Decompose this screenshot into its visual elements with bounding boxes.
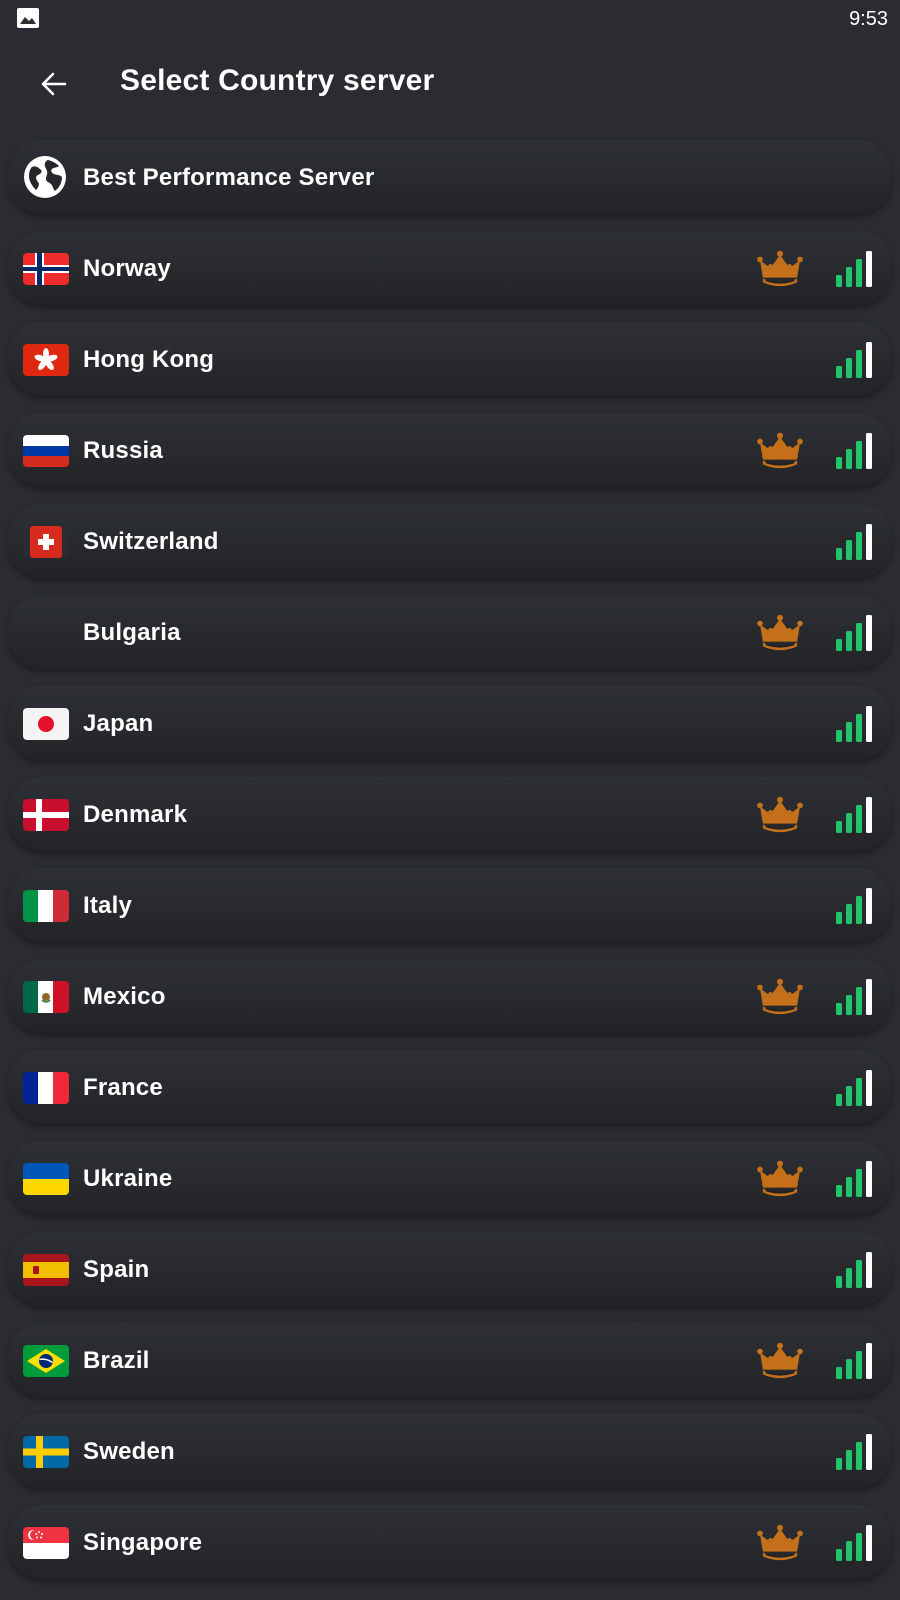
status-bar: 9:53	[0, 0, 900, 40]
server-label: France	[83, 1074, 163, 1101]
server-label: Hong Kong	[83, 346, 215, 373]
server-label: Italy	[83, 892, 133, 919]
server-label: Bulgaria	[83, 619, 181, 646]
server-row-singapore[interactable]: Singapore	[8, 1505, 892, 1579]
norway-flag-icon	[23, 253, 69, 285]
japan-flag-icon	[23, 708, 69, 740]
server-label: Spain	[83, 1256, 150, 1283]
russia-flag-icon	[23, 435, 69, 467]
signal-strength-icon	[836, 1161, 872, 1197]
server-row-mexico[interactable]: Mexico	[8, 959, 892, 1033]
server-row-brazil[interactable]: Brazil	[8, 1323, 892, 1397]
signal-strength-icon	[836, 797, 872, 833]
spain-flag-icon	[23, 1254, 69, 1286]
server-row-norway[interactable]: Norway	[8, 231, 892, 305]
signal-strength-icon	[836, 524, 872, 560]
server-row-italy[interactable]: Italy	[8, 868, 892, 942]
image-icon	[17, 8, 39, 28]
italy-flag-icon	[23, 890, 69, 922]
back-button[interactable]	[28, 58, 80, 110]
globe-icon	[24, 156, 66, 198]
premium-crown-icon	[757, 978, 803, 1015]
signal-strength-icon	[836, 888, 872, 924]
server-row-sweden[interactable]: Sweden	[8, 1414, 892, 1488]
server-row-bulgaria[interactable]: Bulgaria	[8, 595, 892, 669]
signal-strength-icon	[836, 342, 872, 378]
server-row-spain[interactable]: Spain	[8, 1232, 892, 1306]
signal-strength-icon	[836, 979, 872, 1015]
signal-strength-icon	[836, 1434, 872, 1470]
france-flag-icon	[23, 1072, 69, 1104]
singapore-flag-icon	[23, 1527, 69, 1559]
premium-crown-icon	[757, 614, 803, 651]
server-row-ukraine[interactable]: Ukraine	[8, 1141, 892, 1215]
server-label: Brazil	[83, 1347, 150, 1374]
server-row-japan[interactable]: Japan	[8, 686, 892, 760]
signal-strength-icon	[836, 1343, 872, 1379]
status-time: 9:53	[849, 8, 888, 30]
app-bar: Select Country server	[0, 44, 900, 124]
sweden-flag-icon	[23, 1436, 69, 1468]
hong-kong-flag-icon	[23, 344, 69, 376]
premium-crown-icon	[757, 1342, 803, 1379]
denmark-flag-icon	[23, 799, 69, 831]
premium-crown-icon	[757, 250, 803, 287]
signal-strength-icon	[836, 1252, 872, 1288]
best-server-label: Best Performance Server	[83, 164, 375, 191]
premium-crown-icon	[757, 1160, 803, 1197]
server-row-hong-kong[interactable]: Hong Kong	[8, 322, 892, 396]
server-label: Switzerland	[83, 528, 219, 555]
mexico-flag-icon	[23, 981, 69, 1013]
server-list: Best Performance Server Norway Hong Kong R…	[8, 140, 892, 1596]
server-label: Denmark	[83, 801, 188, 828]
signal-strength-icon	[836, 433, 872, 469]
server-row-russia[interactable]: Russia	[8, 413, 892, 487]
server-label: Sweden	[83, 1438, 175, 1465]
premium-crown-icon	[757, 1524, 803, 1561]
ukraine-flag-icon	[23, 1163, 69, 1195]
signal-strength-icon	[836, 251, 872, 287]
server-row-denmark[interactable]: Denmark	[8, 777, 892, 851]
brazil-flag-icon	[23, 1345, 69, 1377]
server-row-switzerland[interactable]: Switzerland	[8, 504, 892, 578]
premium-crown-icon	[757, 796, 803, 833]
server-label: Singapore	[83, 1529, 203, 1556]
premium-crown-icon	[757, 432, 803, 469]
server-row-france[interactable]: France	[8, 1050, 892, 1124]
best-performance-server-row[interactable]: Best Performance Server	[8, 140, 892, 214]
signal-strength-icon	[836, 1525, 872, 1561]
server-label: Ukraine	[83, 1165, 173, 1192]
page-title: Select Country server	[120, 64, 435, 97]
server-label: Japan	[83, 710, 154, 737]
server-label: Russia	[83, 437, 163, 464]
arrow-left-icon	[41, 72, 67, 96]
signal-strength-icon	[836, 615, 872, 651]
signal-strength-icon	[836, 1070, 872, 1106]
server-label: Mexico	[83, 983, 166, 1010]
server-label: Norway	[83, 255, 171, 282]
switzerland-flag-icon	[23, 526, 69, 558]
signal-strength-icon	[836, 706, 872, 742]
